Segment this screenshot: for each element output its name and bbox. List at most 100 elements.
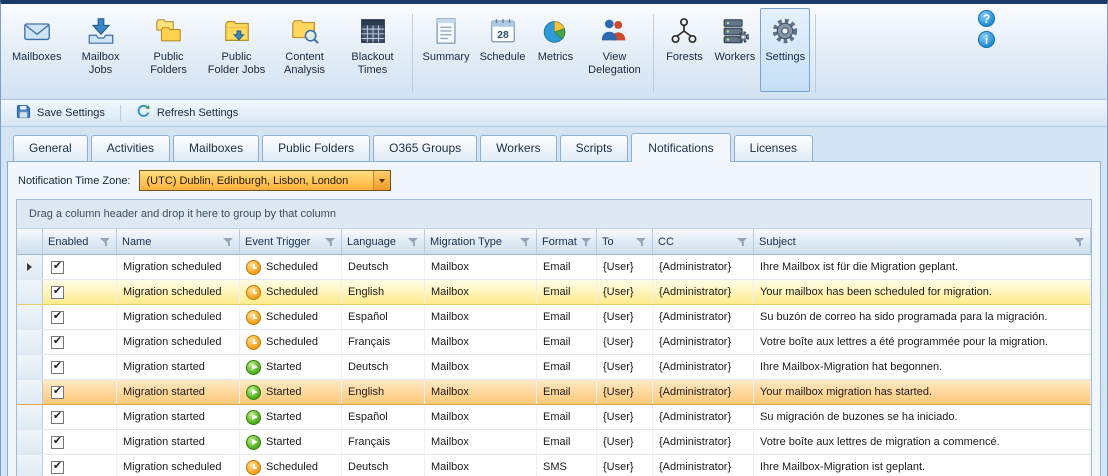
subject-cell[interactable]: Your mailbox has been scheduled for migr… (754, 280, 1091, 304)
name-cell[interactable]: Migration scheduled (117, 280, 240, 304)
row-indicator-cell[interactable] (17, 355, 43, 379)
migration-type-cell[interactable]: Mailbox (425, 330, 537, 354)
event-trigger-cell[interactable]: Started (240, 405, 342, 429)
enabled-cell[interactable] (43, 280, 117, 304)
language-cell[interactable]: English (342, 380, 425, 404)
ribbon-button-settings[interactable]: Settings (760, 8, 810, 92)
to-cell[interactable]: {User} (597, 255, 653, 279)
ribbon-button-public-folders[interactable]: Public Folders (135, 8, 203, 92)
event-trigger-cell[interactable]: Scheduled (240, 305, 342, 329)
event-trigger-cell[interactable]: Scheduled (240, 280, 342, 304)
format-cell[interactable]: Email (537, 405, 597, 429)
enabled-checkbox[interactable] (51, 261, 64, 274)
enabled-cell[interactable] (43, 455, 117, 476)
cc-cell[interactable]: {Administrator} (653, 280, 754, 304)
ribbon-button-view-delegation[interactable]: View Delegation (580, 8, 648, 92)
language-cell[interactable]: Español (342, 405, 425, 429)
column-header-migration-type[interactable]: Migration Type (425, 229, 537, 255)
column-header-event-trigger[interactable]: Event Trigger (240, 229, 342, 255)
event-trigger-cell[interactable]: Started (240, 430, 342, 454)
language-cell[interactable]: English (342, 280, 425, 304)
tab-mailboxes[interactable]: Mailboxes (173, 135, 259, 161)
table-row[interactable]: Migration scheduled Scheduled English Ma… (17, 280, 1091, 305)
table-row[interactable]: Migration started Started Deutsch Mailbo… (17, 355, 1091, 380)
enabled-cell[interactable] (43, 330, 117, 354)
tab-licenses[interactable]: Licenses (734, 135, 813, 161)
name-cell[interactable]: Migration started (117, 405, 240, 429)
enabled-checkbox[interactable] (51, 336, 64, 349)
enabled-checkbox[interactable] (51, 386, 64, 399)
ribbon-button-content-analysis[interactable]: Content Analysis (271, 8, 339, 92)
row-indicator-cell[interactable] (17, 255, 43, 279)
cc-cell[interactable]: {Administrator} (653, 355, 754, 379)
to-cell[interactable]: {User} (597, 330, 653, 354)
help-icon[interactable]: ? (978, 10, 995, 27)
filter-icon[interactable] (520, 237, 531, 247)
table-row[interactable]: Migration scheduled Scheduled Deutsch Ma… (17, 455, 1091, 476)
tab-scripts[interactable]: Scripts (560, 135, 629, 161)
enabled-cell[interactable] (43, 405, 117, 429)
to-cell[interactable]: {User} (597, 380, 653, 404)
format-cell[interactable]: Email (537, 305, 597, 329)
to-cell[interactable]: {User} (597, 405, 653, 429)
name-cell[interactable]: Migration scheduled (117, 330, 240, 354)
column-header-cc[interactable]: CC (653, 229, 754, 255)
subject-cell[interactable]: Votre boîte aux lettres a été programmée… (754, 330, 1091, 354)
enabled-cell[interactable] (43, 305, 117, 329)
enabled-cell[interactable] (43, 255, 117, 279)
enabled-checkbox[interactable] (51, 311, 64, 324)
migration-type-cell[interactable]: Mailbox (425, 380, 537, 404)
ribbon-button-forests[interactable]: Forests (659, 8, 709, 92)
name-cell[interactable]: Migration scheduled (117, 305, 240, 329)
name-cell[interactable]: Migration started (117, 430, 240, 454)
column-header-format[interactable]: Format (537, 229, 597, 255)
language-cell[interactable]: Deutsch (342, 355, 425, 379)
enabled-cell[interactable] (43, 430, 117, 454)
format-cell[interactable]: SMS (537, 455, 597, 476)
enabled-checkbox[interactable] (51, 436, 64, 449)
migration-type-cell[interactable]: Mailbox (425, 455, 537, 476)
format-cell[interactable]: Email (537, 355, 597, 379)
filter-icon[interactable] (408, 237, 419, 247)
tab-general[interactable]: General (13, 135, 88, 161)
name-cell[interactable]: Migration started (117, 355, 240, 379)
subject-cell[interactable]: Su buzón de correo ha sido programada pa… (754, 305, 1091, 329)
language-cell[interactable]: Français (342, 430, 425, 454)
tab-public-folders[interactable]: Public Folders (262, 135, 370, 161)
subject-cell[interactable]: Votre boîte aux lettres de migration a c… (754, 430, 1091, 454)
save-settings-button[interactable]: Save Settings (9, 102, 112, 124)
language-cell[interactable]: Français (342, 330, 425, 354)
dropdown-arrow-icon[interactable] (373, 171, 390, 190)
ribbon-button-schedule[interactable]: 28 Schedule (475, 8, 531, 92)
column-header-language[interactable]: Language (342, 229, 425, 255)
enabled-cell[interactable] (43, 355, 117, 379)
filter-icon[interactable] (100, 237, 111, 247)
event-trigger-cell[interactable]: Started (240, 355, 342, 379)
filter-icon[interactable] (1074, 237, 1085, 247)
column-header-enabled[interactable]: Enabled (43, 229, 117, 255)
group-by-bar[interactable]: Drag a column header and drop it here to… (17, 200, 1091, 229)
event-trigger-cell[interactable]: Scheduled (240, 330, 342, 354)
row-indicator-cell[interactable] (17, 280, 43, 304)
tab-o365-groups[interactable]: O365 Groups (373, 135, 477, 161)
filter-icon[interactable] (325, 237, 336, 247)
ribbon-button-workers[interactable]: Workers (709, 8, 760, 92)
ribbon-button-mailbox-jobs[interactable]: Mailbox Jobs (67, 8, 135, 92)
row-indicator-cell[interactable] (17, 330, 43, 354)
migration-type-cell[interactable]: Mailbox (425, 255, 537, 279)
cc-cell[interactable]: {Administrator} (653, 380, 754, 404)
name-cell[interactable]: Migration scheduled (117, 255, 240, 279)
cc-cell[interactable]: {Administrator} (653, 255, 754, 279)
format-cell[interactable]: Email (537, 330, 597, 354)
enabled-checkbox[interactable] (51, 361, 64, 374)
migration-type-cell[interactable]: Mailbox (425, 355, 537, 379)
event-trigger-cell[interactable]: Scheduled (240, 255, 342, 279)
subject-cell[interactable]: Ihre Mailbox ist für die Migration gepla… (754, 255, 1091, 279)
tab-notifications[interactable]: Notifications (631, 133, 730, 162)
migration-type-cell[interactable]: Mailbox (425, 430, 537, 454)
cc-cell[interactable]: {Administrator} (653, 330, 754, 354)
to-cell[interactable]: {User} (597, 430, 653, 454)
to-cell[interactable]: {User} (597, 305, 653, 329)
language-cell[interactable]: Deutsch (342, 455, 425, 476)
subject-cell[interactable]: Your mailbox migration has started. (754, 380, 1091, 404)
